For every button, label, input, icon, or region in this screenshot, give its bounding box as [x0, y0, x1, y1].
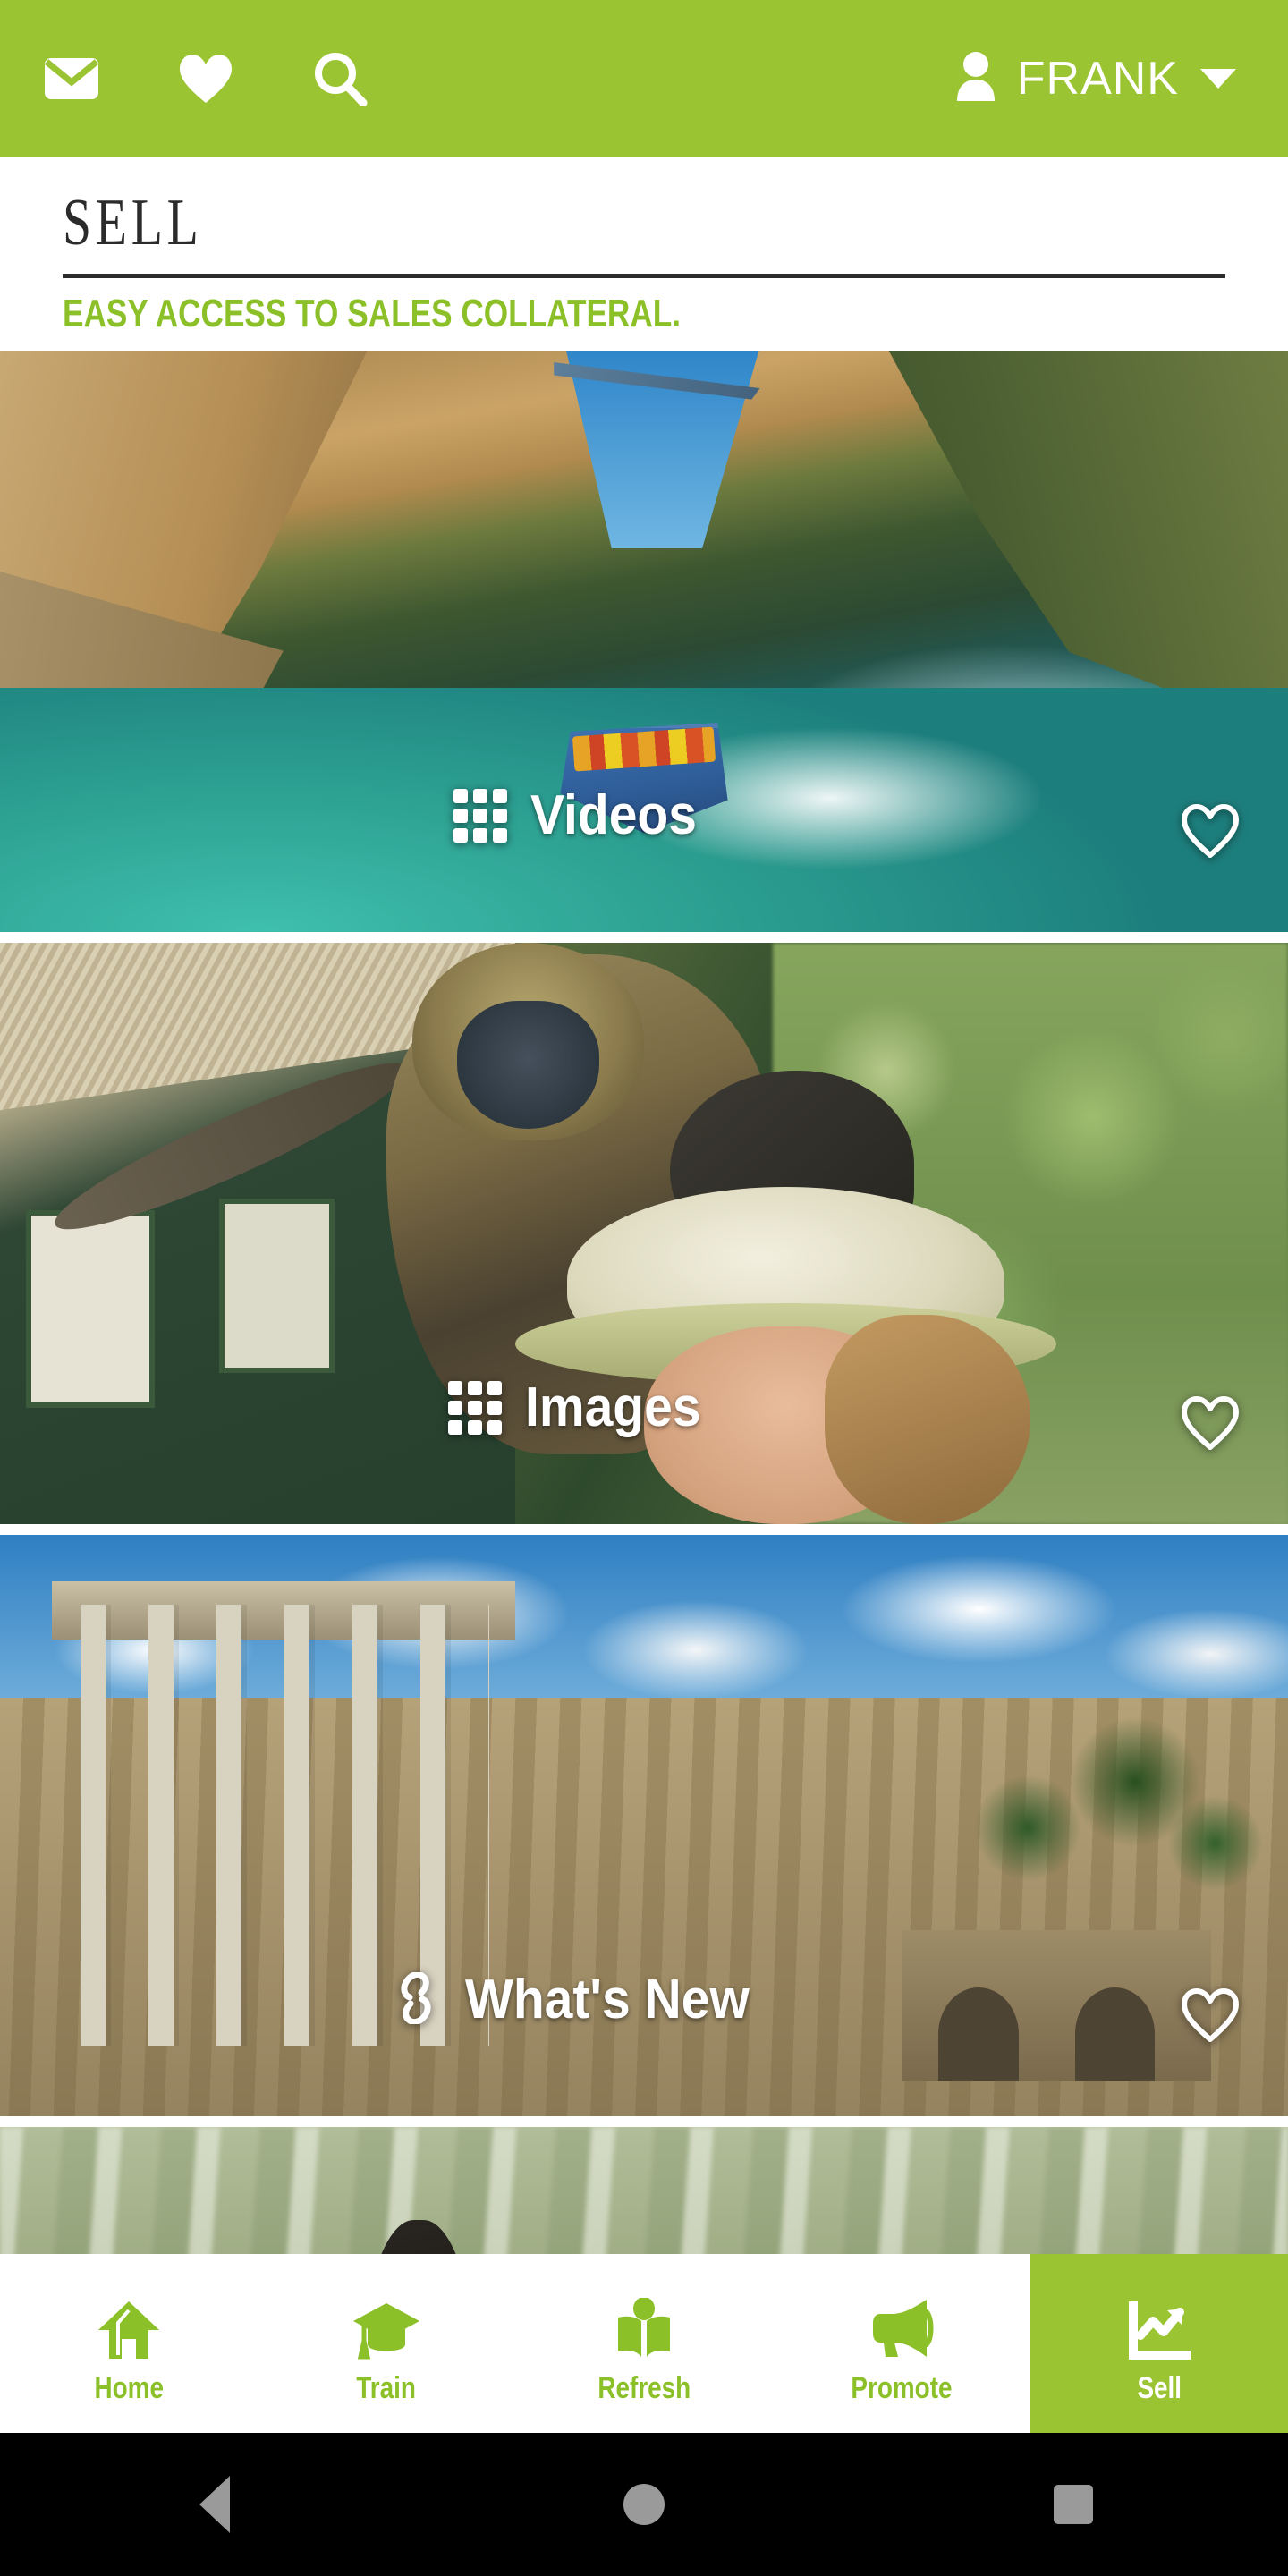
user-menu[interactable]: FRANK: [954, 51, 1252, 107]
open-book-icon: [613, 2284, 675, 2360]
house-icon: [97, 2284, 161, 2360]
top-bar-actions: [38, 45, 374, 113]
title-divider: [63, 274, 1225, 278]
search-icon[interactable]: [306, 45, 374, 113]
chevron-down-icon: [1200, 69, 1236, 89]
nav-item-train[interactable]: Train: [258, 2254, 515, 2433]
triangle-back-icon: [199, 2476, 230, 2533]
content-card-whats-new[interactable]: What's New: [0, 1535, 1288, 2116]
heart-outline-icon[interactable]: [1181, 804, 1240, 862]
megaphone-icon: [868, 2284, 936, 2360]
app-root: FRANK SELL EASY ACCESS TO SALES COLLATER…: [0, 0, 1288, 2576]
page-subtitle: EASY ACCESS TO SALES COLLATERAL.: [63, 292, 682, 335]
card-overlay: Images: [0, 1327, 1288, 1524]
person-icon: [954, 51, 997, 107]
nav-label: Sell: [1137, 2371, 1182, 2405]
bottom-navigation-bar: Home Train Refresh Promote Sell: [0, 2254, 1288, 2433]
card-photo-man-outdoors-partial: [0, 2127, 1288, 2254]
content-card-images[interactable]: Images: [0, 943, 1288, 1524]
user-name-label: FRANK: [1016, 53, 1179, 105]
card-overlay: Videos: [0, 735, 1288, 932]
chart-up-icon: [1128, 2284, 1191, 2360]
card-overlay: What's New: [0, 1919, 1288, 2116]
square-recents-icon: [1054, 2485, 1093, 2524]
card-label: Images: [525, 1377, 701, 1438]
nav-label: Home: [94, 2371, 164, 2405]
page-title: SELL: [63, 186, 203, 259]
recents-button[interactable]: [1011, 2433, 1136, 2576]
home-button[interactable]: [581, 2433, 707, 2576]
nav-label: Promote: [851, 2371, 953, 2405]
android-system-navigation-bar: [0, 2433, 1288, 2576]
nav-label: Train: [356, 2371, 417, 2405]
circle-home-icon: [623, 2484, 665, 2525]
grid-icon: [453, 789, 507, 843]
heart-outline-icon[interactable]: [1181, 1396, 1240, 1454]
link-icon: [390, 1970, 442, 2029]
graduation-cap-icon: [352, 2284, 421, 2360]
page-header: SELL EASY ACCESS TO SALES COLLATERAL.: [0, 157, 1288, 351]
content-card-videos[interactable]: Videos: [0, 351, 1288, 932]
mail-icon[interactable]: [38, 45, 106, 113]
top-app-bar: FRANK: [0, 0, 1288, 157]
nav-item-home[interactable]: Home: [0, 2254, 258, 2433]
nav-item-sell[interactable]: Sell: [1030, 2254, 1288, 2433]
nav-item-refresh[interactable]: Refresh: [515, 2254, 773, 2433]
nav-label: Refresh: [597, 2371, 691, 2405]
heart-icon[interactable]: [172, 45, 240, 113]
back-button[interactable]: [152, 2433, 277, 2576]
card-label: What's New: [465, 1969, 750, 2030]
content-card-partial[interactable]: [0, 2127, 1288, 2254]
grid-icon: [448, 1381, 503, 1435]
content-card-list[interactable]: Videos Images What's New: [0, 351, 1288, 2254]
nav-item-promote[interactable]: Promote: [773, 2254, 1030, 2433]
card-label: Videos: [530, 784, 697, 846]
heart-outline-icon[interactable]: [1181, 1988, 1240, 2046]
